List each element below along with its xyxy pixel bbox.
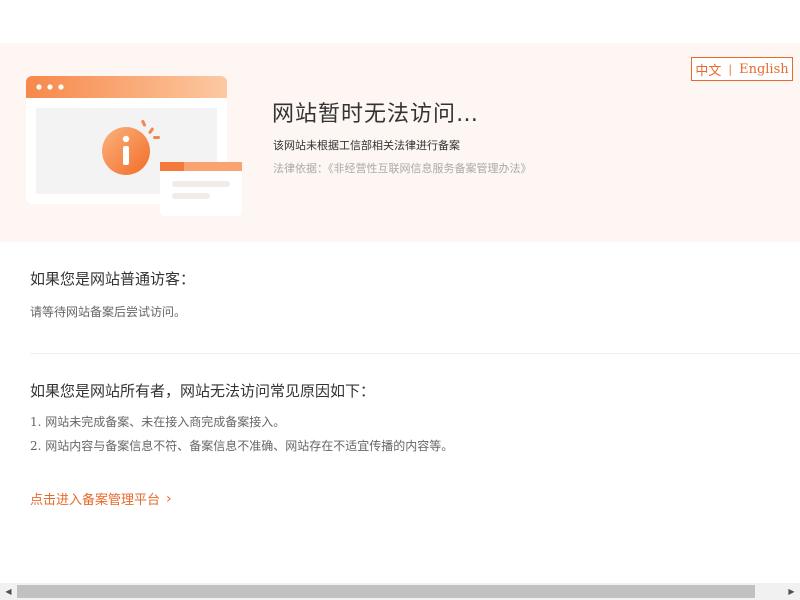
list-item-text: 网站内容与备案信息不符、备案信息不准确、网站存在不适宜传播的内容等。: [45, 439, 454, 453]
lang-zh-link[interactable]: 中文: [695, 60, 721, 79]
lang-separator: |: [728, 62, 733, 76]
section-divider: [30, 353, 800, 354]
owner-heading: 如果您是网站所有者，网站无法访问常见原因如下：: [30, 382, 376, 400]
list-item-number: 2.: [30, 439, 42, 453]
law-reference: 法律依据：《非经营性互联网信息服务备案管理办法》: [273, 162, 532, 175]
visitor-text: 请等待网站备案后尝试访问。: [30, 305, 187, 319]
visitor-heading: 如果您是网站普通访客：: [30, 270, 196, 288]
list-item-number: 1.: [30, 415, 42, 429]
chevron-right-icon: ›: [166, 490, 172, 507]
page: 中文 | English 网站暂时无法访问… 该网站未根据工信部相关法律进行备案…: [0, 0, 800, 600]
language-switcher: 中文 | English: [691, 57, 793, 81]
scroll-right-icon[interactable]: ▶: [783, 583, 800, 600]
window-dot-icon: [58, 84, 64, 90]
scrollbar-thumb[interactable]: [17, 585, 755, 598]
list-item: 2. 网站内容与备案信息不符、备案信息不准确、网站存在不适宜传播的内容等。: [30, 438, 453, 462]
list-item-text: 网站未完成备案、未在接入商完成备案接入。: [45, 415, 286, 429]
browser-illustration: [26, 76, 242, 216]
list-item: 1. 网站未完成备案、未在接入商完成备案接入。: [30, 414, 453, 438]
reason-list: 1. 网站未完成备案、未在接入商完成备案接入。 2. 网站内容与备案信息不符、备…: [30, 414, 453, 462]
lang-en-link[interactable]: English: [739, 62, 789, 77]
window-dot-icon: [36, 84, 42, 90]
filing-platform-link[interactable]: 点击进入备案管理平台 ›: [30, 489, 172, 509]
hero-banner: 中文 | English 网站暂时无法访问… 该网站未根据工信部相关法律进行备案…: [0, 43, 800, 242]
window-dot-icon: [47, 84, 53, 90]
page-title: 网站暂时无法访问…: [272, 102, 480, 127]
filing-platform-link-label: 点击进入备案管理平台: [30, 493, 161, 508]
horizontal-scrollbar[interactable]: ◀ ▶: [0, 583, 800, 600]
scroll-left-icon[interactable]: ◀: [0, 583, 17, 600]
browser-titlebar: [26, 76, 227, 98]
hero-subtitle: 该网站未根据工信部相关法律进行备案: [273, 139, 460, 152]
